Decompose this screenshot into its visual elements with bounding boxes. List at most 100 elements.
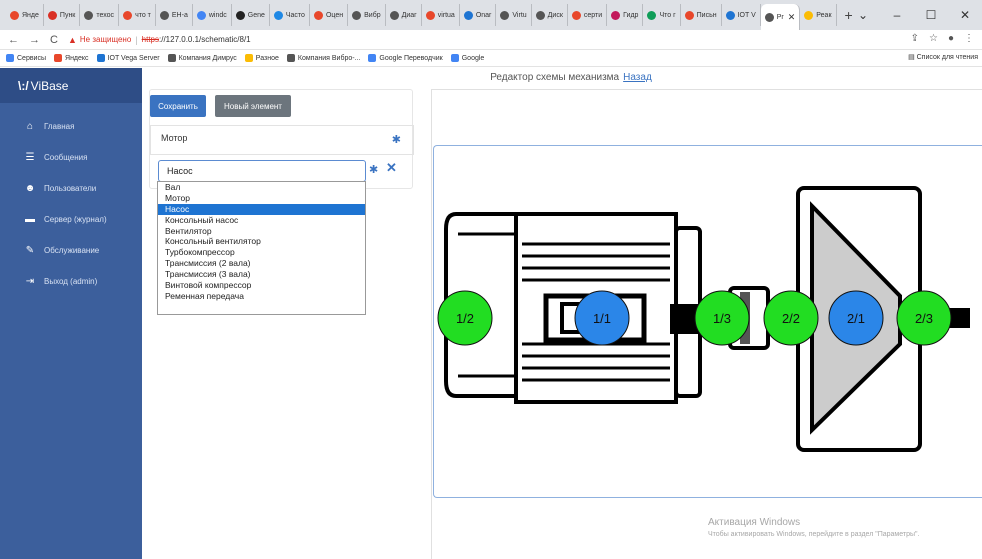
back-arrow-icon[interactable]: ← <box>8 34 19 46</box>
browser-tab[interactable]: Письн <box>681 4 722 26</box>
dropdown-option[interactable]: Винтовой компрессор <box>158 280 365 291</box>
profile-icon[interactable]: ● <box>948 33 954 44</box>
new-element-button[interactable]: Новый элемент <box>215 95 291 117</box>
sidebar-item-label: Сообщения <box>44 153 88 162</box>
sidebar-item[interactable]: ⌂ Главная <box>0 111 142 142</box>
tab-label: virtua <box>437 11 455 19</box>
warning-icon[interactable]: ▲ <box>68 35 77 45</box>
sidebar-item[interactable]: ☰ Сообщения <box>0 142 142 173</box>
bookmark-item[interactable]: Сервисы <box>6 54 46 62</box>
browser-tab[interactable]: Вибр <box>348 4 386 26</box>
element-type-select[interactable]: Насос <box>158 160 366 182</box>
measurement-point-label: 2/2 <box>782 311 800 326</box>
sidebar-item[interactable]: ▬ Сервер (журнал) <box>0 204 142 235</box>
dropdown-option[interactable]: Трансмиссия (3 вала) <box>158 269 365 280</box>
tab-favicon-icon <box>425 10 435 20</box>
gear-icon[interactable]: ✱ <box>392 133 401 146</box>
back-link[interactable]: Назад <box>623 72 652 83</box>
url-scheme[interactable]: https <box>142 35 159 44</box>
tab-search-icon[interactable]: ⌄ <box>846 8 880 22</box>
browser-tab[interactable]: Virtu <box>496 4 532 26</box>
browser-tab[interactable]: Gene <box>232 4 270 26</box>
url-path[interactable]: ://127.0.0.1/schematic/8/1 <box>159 35 251 44</box>
dropdown-option[interactable]: Консольный насос <box>158 215 365 226</box>
close-icon[interactable]: ✕ <box>386 160 397 176</box>
scheme-canvas[interactable]: 1/2 1/1 1/3 2/2 2/1 2/3 <box>433 145 982 498</box>
browser-tab[interactable]: IOT V <box>722 4 761 26</box>
bookmark-item[interactable]: Компания Димрус <box>167 54 237 62</box>
scheme-drawing: 1/2 1/1 1/3 2/2 2/1 2/3 <box>437 186 970 452</box>
browser-tab[interactable]: техос <box>80 4 120 26</box>
bookmark-item[interactable]: IOT Vega Server <box>96 54 160 62</box>
measurement-point[interactable]: 2/2 <box>763 290 819 346</box>
sidebar-item[interactable]: ⇥ Выход (admin) <box>0 266 142 297</box>
browser-tab[interactable]: virtua <box>422 4 460 26</box>
browser-tab[interactable]: Что г <box>643 4 681 26</box>
home-icon: ⌂ <box>26 121 34 132</box>
close-window-button[interactable]: ✕ <box>948 8 982 22</box>
dropdown-option[interactable]: Вал <box>158 182 365 193</box>
bookmark-label: Сервисы <box>17 54 47 62</box>
bookmark-item[interactable]: Google Переводчик <box>368 54 443 62</box>
menu-icon[interactable]: ⋮ <box>964 33 974 44</box>
tab-close-icon[interactable]: ✕ <box>788 12 796 23</box>
dropdown-option[interactable]: Вентилятор <box>158 226 365 237</box>
tab-favicon-icon <box>313 10 323 20</box>
measurement-point[interactable]: 1/3 <box>694 290 750 346</box>
dropdown-option[interactable]: Насос <box>158 203 365 215</box>
bookmark-favicon-icon <box>167 54 176 62</box>
save-button[interactable]: Сохранить <box>150 95 206 117</box>
insecure-label[interactable]: Не защищено <box>80 35 131 44</box>
forward-arrow-icon[interactable]: → <box>29 34 40 46</box>
measurement-point[interactable]: 2/1 <box>828 290 884 346</box>
browser-tab[interactable]: Реак <box>800 4 837 26</box>
tab-favicon-icon <box>10 10 19 20</box>
reload-icon[interactable]: C <box>50 34 58 46</box>
browser-tab[interactable]: Onar <box>460 4 497 26</box>
dropdown-option[interactable]: Консольный вентилятор <box>158 236 365 247</box>
sidebar-item[interactable]: ☻ Пользователи <box>0 173 142 204</box>
watermark-title: Активация Windows <box>708 517 801 528</box>
sidebar-item[interactable]: ✎ Обслуживание <box>0 235 142 266</box>
browser-tab[interactable]: Гидр <box>607 4 644 26</box>
measurement-point[interactable]: 2/3 <box>896 290 952 346</box>
browser-tab[interactable]: что т <box>119 4 156 26</box>
bookmark-item[interactable]: Разное <box>244 54 279 62</box>
share-icon[interactable]: ⇪ <box>911 33 919 44</box>
sidebar-item-label: Выход (admin) <box>44 277 98 286</box>
page-title: Редактор схемы механизма Назад <box>0 72 982 83</box>
bookmark-item[interactable]: Google <box>450 54 484 62</box>
dropdown-option[interactable]: Турбокомпрессор <box>158 247 365 258</box>
browser-tab[interactable]: Оцен <box>310 4 349 26</box>
reading-list-button[interactable]: ▤ Список для чтения <box>908 53 978 61</box>
maximize-button[interactable]: ☐ <box>914 8 948 22</box>
browser-tab[interactable]: Pr ✕ <box>760 4 801 30</box>
tab-label: Gene <box>247 11 265 19</box>
bookmark-item[interactable]: Компания Вибро-... <box>286 54 360 62</box>
minimize-button[interactable]: – <box>880 8 914 22</box>
dropdown-option[interactable]: Ременная передача <box>158 291 365 302</box>
measurement-point-label: 2/3 <box>915 311 933 326</box>
element-panel: Сохранить Новый элемент Мотор ✱ Насос ✱ … <box>149 89 414 189</box>
dropdown-option[interactable]: Мотор <box>158 193 365 204</box>
url-divider: | <box>135 34 138 45</box>
gear-icon[interactable]: ✱ <box>369 163 378 176</box>
measurement-point-label: 2/1 <box>847 311 865 326</box>
tab-label: Onar <box>475 11 492 19</box>
measurement-point[interactable]: 1/2 <box>437 290 493 346</box>
browser-tab[interactable]: windc <box>193 4 232 26</box>
browser-tab[interactable]: Пунк <box>44 4 81 26</box>
browser-tab[interactable]: Диск <box>532 4 568 26</box>
dropdown-option[interactable]: Трансмиссия (2 вала) <box>158 258 365 269</box>
browser-tab[interactable]: Янде <box>6 4 44 26</box>
sidebar-item-label: Сервер (журнал) <box>44 215 107 224</box>
measurement-point[interactable]: 1/1 <box>574 290 630 346</box>
browser-tab[interactable]: ЕН-а <box>156 4 193 26</box>
bookmark-item[interactable]: Яндекс <box>54 54 89 62</box>
browser-tab[interactable]: серти <box>568 4 608 26</box>
browser-tab[interactable]: Диаг <box>386 4 422 26</box>
star-icon[interactable]: ☆ <box>929 33 938 44</box>
element-type-dropdown: Вал Мотор Насос Консольный насос Вентилятор К… <box>157 181 366 315</box>
browser-tab[interactable]: Часто <box>270 4 310 26</box>
tab-favicon-icon <box>463 10 473 20</box>
